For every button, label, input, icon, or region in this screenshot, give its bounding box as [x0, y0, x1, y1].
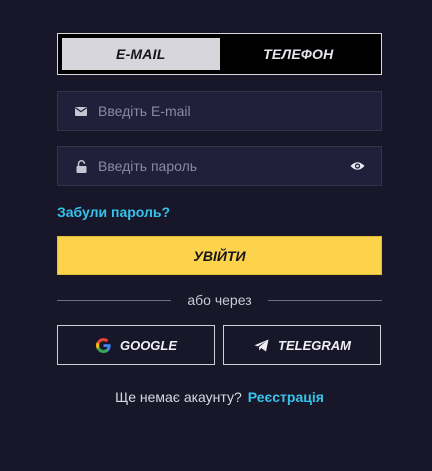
password-input[interactable] — [98, 147, 348, 185]
email-input[interactable] — [98, 92, 381, 130]
signup-question: Ще немає акаунту? — [115, 389, 242, 405]
email-field[interactable] — [57, 91, 382, 131]
mail-icon — [74, 104, 88, 118]
divider: або через — [57, 291, 382, 309]
divider-line-left — [57, 299, 172, 301]
tab-email[interactable]: E-MAIL — [62, 38, 220, 70]
telegram-icon — [253, 337, 270, 354]
register-link[interactable]: Реєстрація — [248, 389, 324, 405]
password-field[interactable] — [57, 146, 382, 186]
divider-text: або через — [187, 292, 252, 308]
telegram-label: TELEGRAM — [278, 337, 351, 353]
google-label: GOOGLE — [119, 337, 178, 353]
login-method-tabs: E-MAIL ТЕЛЕФОН — [57, 33, 382, 75]
google-icon — [95, 337, 112, 354]
forgot-password-link[interactable]: Забули пароль? — [57, 204, 170, 220]
login-button[interactable]: УВІЙТИ — [57, 236, 382, 275]
divider-line-right — [267, 299, 382, 301]
telegram-login-button[interactable]: TELEGRAM — [223, 325, 381, 365]
tab-phone[interactable]: ТЕЛЕФОН — [220, 38, 378, 70]
signup-prompt: Ще немає акаунту? Реєстрація — [57, 389, 382, 405]
lock-icon — [74, 159, 88, 173]
google-login-button[interactable]: GOOGLE — [57, 325, 215, 365]
eye-icon[interactable] — [348, 157, 366, 175]
